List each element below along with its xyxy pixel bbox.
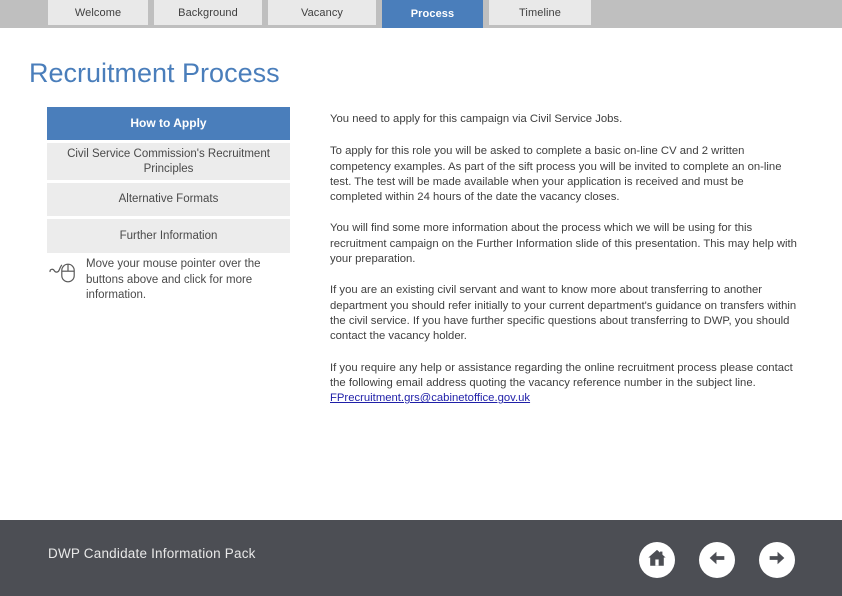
mouse-hint-text: Move your mouse pointer over the buttons… <box>86 257 298 304</box>
mouse-hint: Move your mouse pointer over the buttons… <box>48 256 298 304</box>
nav-button-further-information-label: Further Information <box>120 229 218 244</box>
nav-button-how-to-apply-label: How to Apply <box>130 116 206 131</box>
tab-background-label: Background <box>178 7 238 19</box>
home-icon <box>646 547 668 574</box>
paragraph-apply-intro: You need to apply for this campaign via … <box>330 112 798 127</box>
arrow-right-icon <box>766 547 788 574</box>
tab-timeline-label: Timeline <box>519 7 561 19</box>
tab-vacancy-label: Vacancy <box>301 7 343 19</box>
tab-welcome-label: Welcome <box>75 7 121 19</box>
recruitment-email-link[interactable]: FPrecruitment.grs@cabinetoffice.gov.uk <box>330 392 530 404</box>
computer-mouse-icon <box>48 258 82 288</box>
nav-button-recruitment-principles-label: Civil Service Commission's Recruitment P… <box>47 147 290 177</box>
tab-background[interactable]: Background <box>154 0 262 25</box>
tab-list: Welcome Background Vacancy Process Timel… <box>48 0 597 28</box>
tab-process-label: Process <box>411 8 455 20</box>
next-button[interactable] <box>759 542 795 578</box>
home-button[interactable] <box>639 542 675 578</box>
tab-timeline[interactable]: Timeline <box>489 0 591 25</box>
paragraph-civil-servant-transfer: If you are an existing civil servant and… <box>330 283 798 344</box>
nav-button-alternative-formats[interactable]: Alternative Formats <box>47 183 290 216</box>
nav-button-how-to-apply[interactable]: How to Apply <box>47 107 290 140</box>
arrow-left-icon <box>706 547 728 574</box>
paragraph-help-contact-lead: If you require any help or assistance re… <box>330 362 793 389</box>
nav-button-alternative-formats-label: Alternative Formats <box>119 192 219 207</box>
paragraph-help-contact: If you require any help or assistance re… <box>330 361 798 407</box>
section-nav-list: How to Apply Civil Service Commission's … <box>47 107 290 256</box>
paragraph-application-steps: To apply for this role you will be asked… <box>330 144 798 205</box>
main-content: You need to apply for this campaign via … <box>330 112 798 420</box>
nav-button-further-information[interactable]: Further Information <box>47 219 290 253</box>
tab-bar: Welcome Background Vacancy Process Timel… <box>0 0 842 28</box>
tab-process[interactable]: Process <box>382 0 483 28</box>
page-title: Recruitment Process <box>29 58 280 89</box>
nav-button-recruitment-principles[interactable]: Civil Service Commission's Recruitment P… <box>47 143 290 180</box>
tab-vacancy[interactable]: Vacancy <box>268 0 376 25</box>
footer-title: DWP Candidate Information Pack <box>48 546 256 561</box>
tab-welcome[interactable]: Welcome <box>48 0 148 25</box>
footer-navigation <box>639 542 795 578</box>
paragraph-further-information: You will find some more information abou… <box>330 221 798 267</box>
back-button[interactable] <box>699 542 735 578</box>
